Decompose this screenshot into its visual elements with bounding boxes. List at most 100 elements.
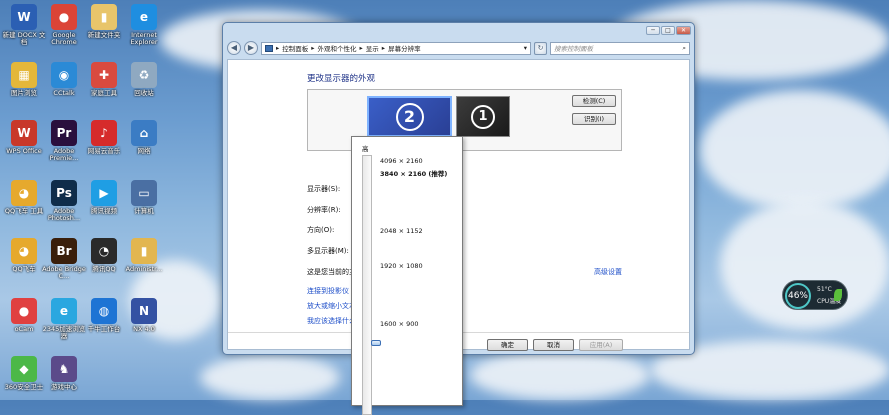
desktop-icon[interactable]: ▮ Administr... xyxy=(122,238,166,273)
desktop-icon[interactable]: N NX 4.0 xyxy=(122,298,166,333)
desktop-icon-label: Adobe Photosh... xyxy=(47,207,81,222)
desktop-icon[interactable]: W WPS Office xyxy=(2,120,46,155)
desktop-icon[interactable]: ◔ 腾讯QQ xyxy=(82,238,126,273)
desktop-icon-label: Internet Explorer xyxy=(130,31,158,46)
cancel-button[interactable]: 取消 xyxy=(533,339,574,351)
breadcrumb-appearance[interactable]: 外观和个性化 xyxy=(318,43,357,53)
desktop-icon[interactable]: ▮ 新建文件夹 xyxy=(82,4,126,39)
desktop-icon[interactable]: ♞ 游戏中心 xyxy=(42,356,86,391)
desktop-icon[interactable]: ◕ QQ飞车 xyxy=(2,238,46,273)
desktop-icon-label: 腾讯QQ xyxy=(92,265,116,273)
close-button[interactable]: ✕ xyxy=(676,26,691,35)
title-bar[interactable]: ─ □ ✕ xyxy=(223,23,694,37)
monitor-2-icon[interactable]: 2 xyxy=(367,96,452,137)
advanced-settings-link[interactable]: 高级设置 xyxy=(594,267,622,277)
desktop-icon-label: QQ飞车 xyxy=(12,265,36,273)
app-icon: e xyxy=(131,4,157,30)
desktop-icon[interactable]: ▭ 计算机 xyxy=(122,180,166,215)
search-icon[interactable]: ⌕ xyxy=(682,44,686,53)
app-icon: ▮ xyxy=(131,238,157,264)
desktop-icon[interactable]: ● Google Chrome xyxy=(42,4,86,46)
desktop-icon[interactable]: ● oCam xyxy=(2,298,46,333)
desktop-icon[interactable]: Ps Adobe Photosh... xyxy=(42,180,86,222)
what-settings-link[interactable]: 我应该选择什么 xyxy=(307,316,356,326)
desktop-icon[interactable]: ◉ CCtalk xyxy=(42,62,86,97)
app-icon: ✚ xyxy=(91,62,117,88)
search-input[interactable]: 搜索控制面板 ⌕ xyxy=(550,41,690,55)
resolution-slider-track[interactable] xyxy=(362,155,381,415)
desktop-icon-label: CCtalk xyxy=(53,89,75,97)
resolution-option[interactable]: 1600 × 900 xyxy=(380,320,419,328)
desktop-icon[interactable]: ♪ 网易云音乐 xyxy=(82,120,126,155)
desktop-icon-label: Administr... xyxy=(125,265,163,273)
address-row: ◀ ▶ ▸ 控制面板 ▸ 外观和个性化 ▸ 显示 ▸ 屏幕分辨率 ▾ ↻ 搜索控… xyxy=(227,39,690,57)
apply-button[interactable]: 应用(A) xyxy=(579,339,623,351)
text-size-link[interactable]: 放大或缩小文本 xyxy=(307,301,356,311)
desktop-icon[interactable]: Br Adobe Bridge C... xyxy=(42,238,86,280)
app-icon: N xyxy=(131,298,157,324)
page-title: 更改显示器的外观 xyxy=(307,74,376,84)
app-icon: ▭ xyxy=(131,180,157,206)
maximize-button[interactable]: □ xyxy=(661,26,675,35)
app-icon: ♻ xyxy=(131,62,157,88)
breadcrumb-screen-resolution[interactable]: 屏幕分辨率 xyxy=(388,43,421,53)
desktop-icon[interactable]: e Internet Explorer xyxy=(122,4,166,46)
monitor-1-number: 1 xyxy=(471,104,495,129)
desktop-icon[interactable]: ⌂ 网络 xyxy=(122,120,166,155)
forward-button[interactable]: ▶ xyxy=(244,41,258,55)
desktop-icon-label: 家庭工具 xyxy=(91,89,117,97)
desktop-icon[interactable]: ◍ 千牛工作台 xyxy=(82,298,126,333)
breadcrumb-separator: ▸ xyxy=(276,44,280,52)
desktop-icon[interactable]: e 2345加速浏览器 xyxy=(42,298,86,340)
app-icon: ♪ xyxy=(91,120,117,146)
desktop-icon[interactable]: ◆ 360安全卫士 xyxy=(2,356,46,391)
resolution-slider-thumb[interactable] xyxy=(371,340,381,346)
resolution-option[interactable]: 1920 × 1080 xyxy=(380,262,423,270)
dropdown-arrow-icon[interactable]: ▾ xyxy=(524,44,527,52)
leaf-icon xyxy=(834,289,842,301)
back-button[interactable]: ◀ xyxy=(227,41,241,55)
desktop-icon-label: 计算机 xyxy=(134,207,154,215)
app-icon: ▶ xyxy=(91,180,117,206)
desktop-icon-label: 360安全卫士 xyxy=(4,383,44,391)
desktop-icon[interactable]: Pr Adobe Premie... xyxy=(42,120,86,162)
desktop-icon[interactable]: W 新建 DOCX 文档 xyxy=(2,4,46,46)
desktop-icon[interactable]: ◕ QQ飞车 工具 xyxy=(2,180,46,215)
desktop-icon[interactable]: ♻ 回收站 xyxy=(122,62,166,97)
cpu-temperature-gadget[interactable]: 46% 51°C CPU温度 xyxy=(782,280,848,310)
detect-button[interactable]: 检测(C) xyxy=(572,95,616,107)
projector-link[interactable]: 连接到投影仪 ( xyxy=(307,286,354,296)
desktop-icon[interactable]: ✚ 家庭工具 xyxy=(82,62,126,97)
resolution-option[interactable]: 3840 × 2160 (推荐) xyxy=(380,168,447,178)
monitor-2-number: 2 xyxy=(395,102,424,131)
breadcrumb-separator: ▸ xyxy=(381,44,386,52)
resolution-option[interactable]: 2048 × 1152 xyxy=(380,227,423,235)
minimize-button[interactable]: ─ xyxy=(646,26,660,35)
breadcrumb-display[interactable]: 显示 xyxy=(366,43,379,53)
resolution-dropdown: 高 4096 × 2160 3840 × 2160 (推荐) 2048 × 11… xyxy=(351,136,463,415)
cpu-temperature: 51°C xyxy=(817,286,832,293)
monitor-1-icon[interactable]: 1 xyxy=(456,96,510,137)
cpu-usage-gauge: 46% xyxy=(785,283,811,309)
app-icon: ● xyxy=(51,4,77,30)
desktop-icon-label: 千牛工作台 xyxy=(87,325,121,333)
desktop-icon[interactable]: ▶ 腾讯视频 xyxy=(82,180,126,215)
control-panel-icon xyxy=(265,44,273,52)
desktop-icon-label: NX 4.0 xyxy=(133,325,155,333)
breadcrumb-control-panel[interactable]: 控制面板 xyxy=(282,43,308,53)
resolution-option[interactable]: 4096 × 2160 xyxy=(380,157,423,165)
refresh-icon[interactable]: ↻ xyxy=(534,41,547,55)
app-icon: W xyxy=(11,120,37,146)
desktop-icon-label: oCam xyxy=(14,325,34,333)
app-icon: ● xyxy=(11,298,37,324)
identify-button[interactable]: 识别(I) xyxy=(572,113,616,125)
primary-display-text: 这是您当前的主 xyxy=(307,268,356,276)
app-icon: ▮ xyxy=(91,4,117,30)
ok-button[interactable]: 确定 xyxy=(487,339,528,351)
desktop-icon[interactable]: ▦ 图片浏览 xyxy=(2,62,46,97)
app-icon: e xyxy=(51,298,77,324)
app-icon: ♞ xyxy=(51,356,77,382)
address-bar[interactable]: ▸ 控制面板 ▸ 外观和个性化 ▸ 显示 ▸ 屏幕分辨率 ▾ xyxy=(261,41,531,55)
app-icon: ⌂ xyxy=(131,120,157,146)
breadcrumb-separator: ▸ xyxy=(359,44,363,52)
